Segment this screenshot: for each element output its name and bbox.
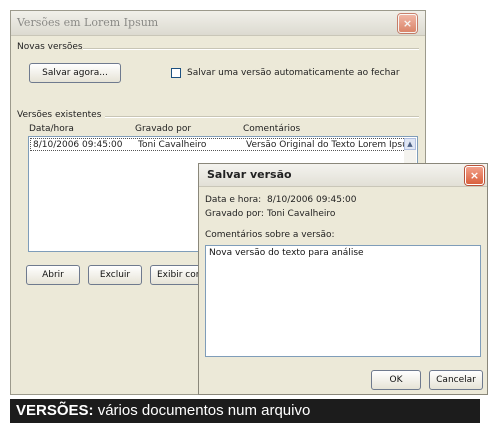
- cancel-label: Cancelar: [436, 375, 476, 385]
- comments-label: Comentários sobre a versão:: [205, 230, 335, 240]
- ok-button[interactable]: OK: [371, 370, 421, 390]
- delete-button[interactable]: Excluir: [88, 265, 142, 285]
- open-button[interactable]: Abrir: [26, 265, 80, 285]
- open-label: Abrir: [42, 270, 64, 280]
- caption-bold: VERSÕES:: [16, 402, 94, 419]
- comments-textarea[interactable]: Nova versão do texto para análise: [205, 245, 481, 357]
- column-header-author[interactable]: Gravado por: [135, 124, 191, 134]
- column-header-datetime[interactable]: Data/hora: [29, 124, 74, 134]
- close-icon[interactable]: ×: [398, 14, 417, 33]
- save-version-titlebar: Salvar versão ×: [199, 164, 487, 187]
- cancel-button[interactable]: Cancelar: [429, 370, 483, 390]
- column-header-comments[interactable]: Comentários: [243, 124, 300, 134]
- date-value: 8/10/2006 09:45:00: [267, 195, 357, 205]
- delete-label: Excluir: [99, 270, 131, 280]
- view-comments-button[interactable]: Exibir comentários: [150, 265, 202, 285]
- save-now-button[interactable]: Salvar agora...: [29, 63, 121, 83]
- versions-dialog-titlebar: Versões em Lorem Ipsum ×: [11, 11, 425, 36]
- date-label: Data e hora:: [205, 195, 262, 205]
- auto-save-label: Salvar uma versão automaticamente ao fec…: [187, 68, 400, 78]
- versions-dialog-title: Versões em Lorem Ipsum: [17, 16, 159, 29]
- save-now-label: Salvar agora...: [42, 68, 108, 78]
- new-versions-label: Novas versões: [17, 42, 83, 52]
- auto-save-checkbox[interactable]: [171, 68, 181, 78]
- save-version-title: Salvar versão: [207, 168, 292, 181]
- new-versions-divider: [83, 48, 419, 50]
- row-comment: Versão Original do Texto Lorem Ipsum: [246, 140, 417, 150]
- ok-label: OK: [389, 375, 403, 385]
- row-datetime: 8/10/2006 09:45:00: [33, 140, 123, 150]
- caption-text: vários documentos num arquivo: [93, 402, 311, 419]
- existing-versions-label: Versões existentes: [17, 110, 102, 120]
- scroll-up-icon[interactable]: ▲: [404, 138, 416, 150]
- view-comments-label: Exibir comentários: [157, 270, 201, 280]
- caption-bar: VERSÕES: vários documentos num arquivo: [10, 399, 480, 423]
- save-version-dialog: Salvar versão × Data e hora: 8/10/2006 0…: [198, 163, 488, 395]
- close-icon[interactable]: ×: [465, 166, 484, 185]
- author-value: Toni Cavalheiro: [267, 209, 336, 219]
- row-author: Toni Cavalheiro: [138, 140, 207, 150]
- comments-text: Nova versão do texto para análise: [209, 248, 364, 258]
- table-row[interactable]: 8/10/2006 09:45:00 Toni Cavalheiro Versã…: [30, 138, 417, 151]
- author-label: Gravado por:: [205, 209, 264, 219]
- existing-versions-divider: [105, 116, 419, 118]
